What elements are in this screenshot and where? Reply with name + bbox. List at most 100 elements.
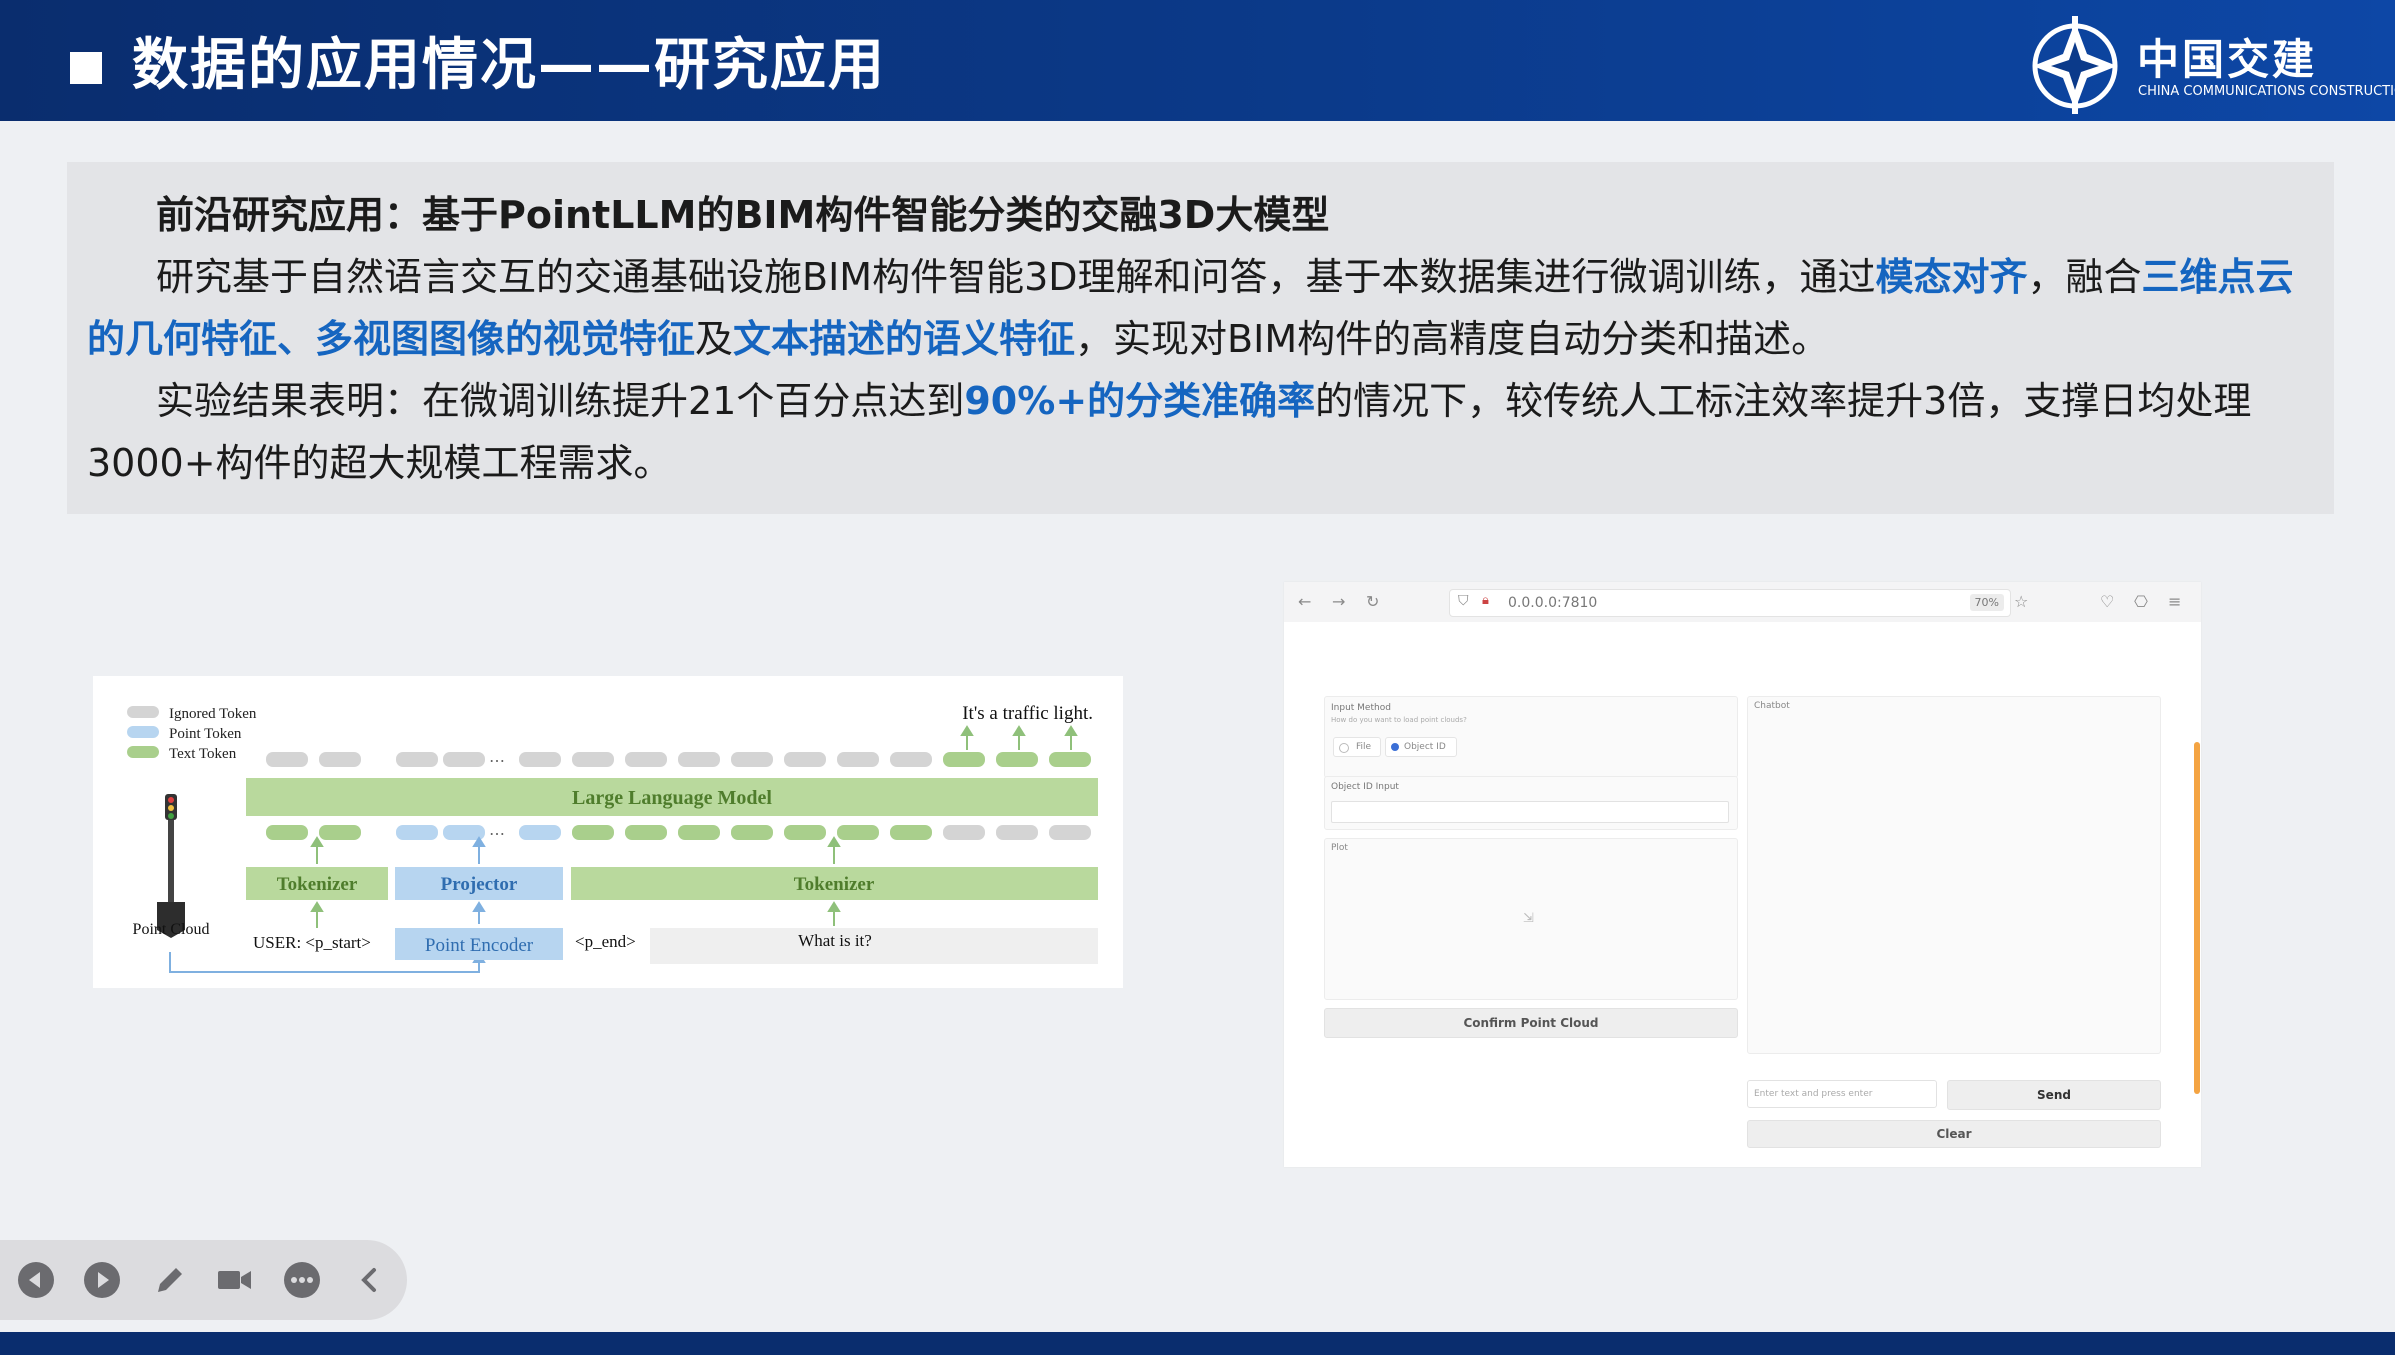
right-tokenizer-label: Tokenizer <box>794 874 875 895</box>
shield-icon: ⛉ <box>1458 593 1469 609</box>
text-token <box>943 752 985 767</box>
logo-english-text: CHINA COMMUNICATIONS CONSTRUCTION <box>2138 84 2395 99</box>
previous-icon[interactable] <box>16 1260 56 1300</box>
projector-label: Projector <box>441 874 518 895</box>
camera-icon[interactable] <box>214 1260 254 1300</box>
input-method-panel: Input Method How do you want to load poi… <box>1324 696 1738 778</box>
page-title: 数据的应用情况——研究应用 <box>132 33 886 98</box>
object-id-input[interactable] <box>1331 801 1729 823</box>
p-end-text: <p_end> <box>575 932 636 951</box>
bookmark-star-icon[interactable]: ☆ <box>2014 590 2028 614</box>
extensions-icon[interactable]: ⎔ <box>2134 590 2148 614</box>
highlight-accuracy: 90%+的分类准确率 <box>964 379 1316 423</box>
radio-object-id-label: Object ID <box>1404 742 1446 752</box>
menu-icon[interactable]: ≡ <box>2168 590 2181 614</box>
pointllm-demo-browser: ← → ↻ ⛉ 🔒︎ 0.0.0.0:7810 70% ☆ ♡ ⎔ ≡ Inpu… <box>1284 582 2201 1167</box>
research-heading: 前沿研究应用：基于PointLLM的BIM构件智能分类的交融3D大模型 <box>156 193 1330 237</box>
more-icon[interactable] <box>282 1260 322 1300</box>
zoom-level[interactable]: 70% <box>1969 594 2004 611</box>
chatbot-label: Chatbot <box>1754 701 1790 711</box>
address-bar[interactable]: ⛉ 🔒︎ 0.0.0.0:7810 70% <box>1449 589 2011 617</box>
send-button[interactable]: Send <box>1947 1080 2161 1110</box>
chat-input-placeholder: Enter text and press enter <box>1754 1089 1873 1099</box>
empty-plot-icon: ⇲ <box>1523 911 1534 926</box>
forward-arrow-icon[interactable]: → <box>1332 590 1345 614</box>
research-text-panel: 前沿研究应用：基于PointLLM的BIM构件智能分类的交融3D大模型 研究基于… <box>67 162 2334 514</box>
chat-input[interactable]: Enter text and press enter <box>1747 1080 1937 1108</box>
ignored-token <box>996 825 1038 840</box>
highlight-semantic-features: 文本描述的语义特征 <box>733 317 1076 361</box>
point-cloud-label: Point Cloud <box>133 921 210 938</box>
text-token <box>784 825 826 840</box>
footer-bar <box>0 1332 2395 1355</box>
ignored-token <box>319 752 361 767</box>
pointllm-architecture-diagram: Ignored Token Point Token Text Token It'… <box>93 676 1123 988</box>
collapse-icon[interactable] <box>350 1260 390 1300</box>
experiment-result: 实验结果表明：在微调训练提升21个百分点达到90%+的分类准确率的情况下，较传统… <box>87 370 2317 494</box>
point-token <box>396 825 438 840</box>
input-token-row: … <box>266 820 1091 840</box>
text-token <box>996 752 1038 767</box>
description-text: 及 <box>695 317 734 361</box>
play-icon[interactable] <box>82 1260 122 1300</box>
company-logo: 中国交建 CHINA COMMUNICATIONS CONSTRUCTION <box>2025 14 2395 114</box>
back-arrow-icon[interactable]: ← <box>1298 590 1311 614</box>
legend-ignored-swatch <box>127 706 159 718</box>
architecture-svg: Ignored Token Point Token Text Token It'… <box>127 703 1098 973</box>
result-text: 实验结果表明：在微调训练提升21个百分点达到 <box>156 379 965 423</box>
chatbot-panel: Chatbot <box>1747 696 2161 1054</box>
text-token <box>678 825 720 840</box>
text-token <box>625 825 667 840</box>
description-text: ，实现对BIM构件的高精度自动分类和描述。 <box>1075 317 1830 361</box>
text-token <box>266 825 308 840</box>
text-token <box>572 825 614 840</box>
radio-file[interactable]: File <box>1333 737 1381 757</box>
input-method-label: Input Method <box>1331 703 1391 713</box>
radio-file-label: File <box>1356 742 1372 752</box>
token-ellipsis: … <box>489 747 505 766</box>
llm-label: Large Language Model <box>572 787 772 809</box>
description-text: 研究基于自然语言交互的交通基础设施BIM构件智能3D理解和问答，基于本数据集进行… <box>156 255 1876 299</box>
traffic-light-point-cloud-icon <box>157 794 185 938</box>
text-token <box>1049 752 1091 767</box>
text-token <box>731 825 773 840</box>
plot-panel: Plot ⇲ <box>1324 838 1738 1000</box>
browser-toolbar: ← → ↻ ⛉ 🔒︎ 0.0.0.0:7810 70% ☆ ♡ ⎔ ≡ <box>1284 582 2201 622</box>
highlight-modality-alignment: 模态对齐 <box>1875 255 2028 299</box>
ignored-token <box>784 752 826 767</box>
research-description: 研究基于自然语言交互的交通基础设施BIM构件智能3D理解和问答，基于本数据集进行… <box>87 246 2317 370</box>
point-token <box>519 825 561 840</box>
lock-icon: 🔒︎ <box>1482 593 1489 608</box>
confirm-point-cloud-button[interactable]: Confirm Point Cloud <box>1324 1008 1738 1038</box>
logo-emblem-icon <box>2032 16 2118 114</box>
ignored-token <box>731 752 773 767</box>
title-bullet-icon <box>70 52 102 84</box>
legend-point-label: Point Token <box>169 726 242 742</box>
pocket-icon[interactable]: ♡ <box>2100 590 2114 614</box>
output-text: It's a traffic light. <box>962 703 1093 724</box>
object-id-panel: Object ID Input <box>1324 776 1738 830</box>
token-ellipsis: … <box>489 820 505 839</box>
legend-ignored-label: Ignored Token <box>169 706 257 722</box>
object-id-label: Object ID Input <box>1331 782 1399 792</box>
scrollbar-thumb[interactable] <box>2194 742 2200 1094</box>
legend-text-label: Text Token <box>169 746 237 762</box>
presentation-controls <box>0 1240 407 1320</box>
user-prefix-text: USER: <p_start> <box>253 933 371 952</box>
ignored-token <box>266 752 308 767</box>
radio-file-circle <box>1339 743 1349 753</box>
question-text: What is it? <box>798 931 872 950</box>
pen-icon[interactable] <box>150 1260 190 1300</box>
question-box <box>650 928 1098 964</box>
clear-button[interactable]: Clear <box>1747 1120 2161 1148</box>
reload-icon[interactable]: ↻ <box>1366 590 1379 614</box>
text-token <box>319 825 361 840</box>
legend-point-swatch <box>127 726 159 738</box>
left-tokenizer-label: Tokenizer <box>277 874 358 895</box>
ignored-token <box>625 752 667 767</box>
radio-object-id-selected <box>1391 743 1399 751</box>
url-text: 0.0.0.0:7810 <box>1508 595 1598 611</box>
radio-object-id[interactable]: Object ID <box>1385 737 1457 757</box>
ignored-token <box>519 752 561 767</box>
ignored-token <box>1049 825 1091 840</box>
